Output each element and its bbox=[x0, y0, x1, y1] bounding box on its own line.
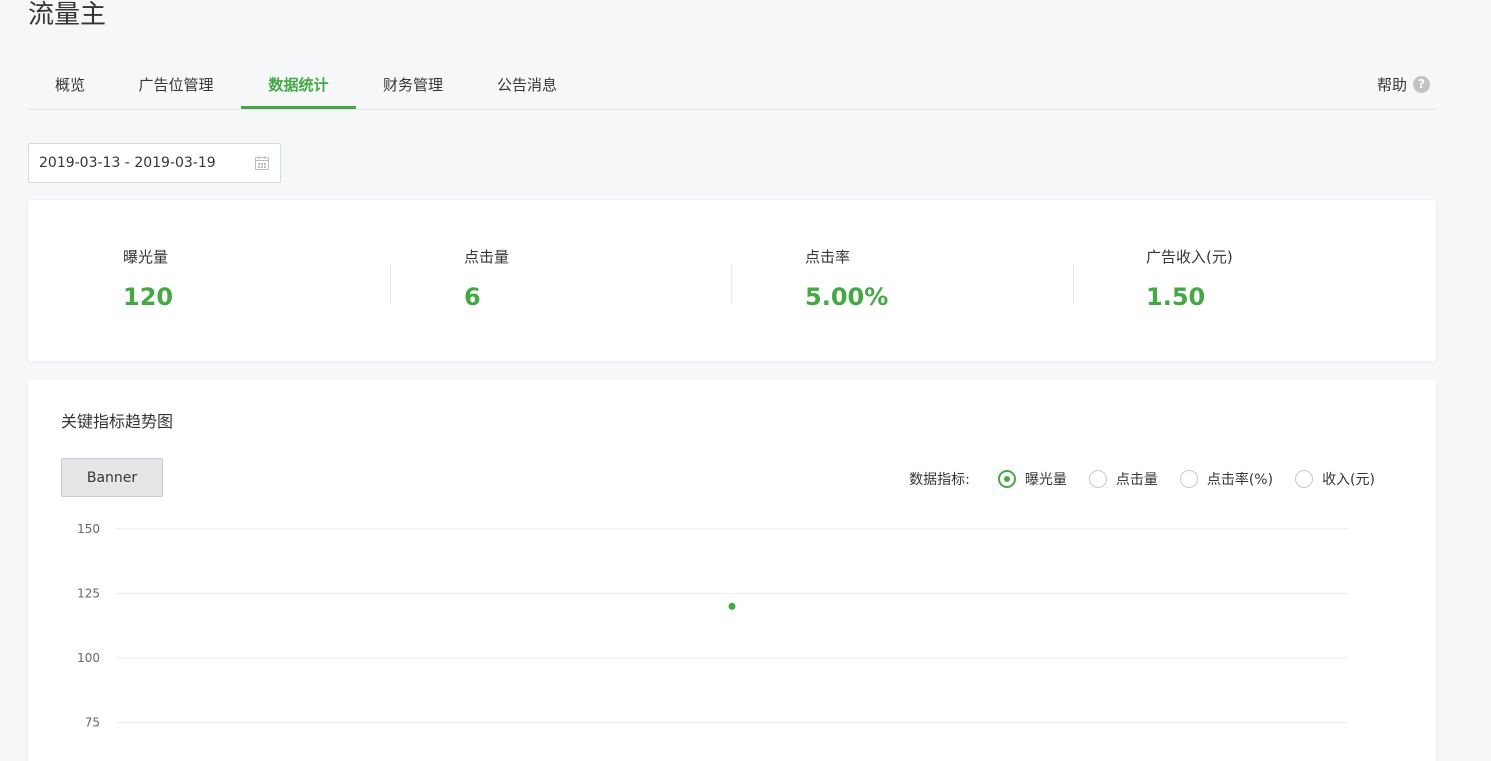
y-tick-label: 150 bbox=[77, 522, 100, 536]
tab-announcements[interactable]: 公告消息 bbox=[483, 66, 571, 109]
stat-divider bbox=[390, 264, 391, 304]
radio-icon[interactable] bbox=[1295, 470, 1314, 488]
y-tick-label: 125 bbox=[77, 587, 100, 601]
metric-option-label: 点击量 bbox=[1115, 472, 1158, 488]
date-range-picker[interactable]: 2019-03-13 - 2019-03-19 bbox=[28, 143, 281, 183]
stat-value: 6 bbox=[464, 283, 481, 311]
stat-divider bbox=[1073, 264, 1074, 304]
metric-option-revenue[interactable]: 收入(元) bbox=[1295, 469, 1375, 489]
metric-option-label: 收入(元) bbox=[1322, 472, 1375, 488]
metric-option-click-rate[interactable]: 点击率(%) bbox=[1179, 469, 1274, 489]
calendar-icon bbox=[255, 156, 269, 170]
stat-clicks: 点击量 6 bbox=[464, 247, 509, 309]
y-tick-label: 100 bbox=[77, 651, 100, 665]
metrics-label: 数据指标: bbox=[909, 472, 970, 488]
stat-label: 曝光量 bbox=[123, 248, 169, 266]
data-point[interactable] bbox=[728, 602, 736, 610]
stat-value: 5.00% bbox=[805, 283, 889, 311]
metric-option-clicks[interactable]: 点击量 bbox=[1088, 469, 1158, 489]
tab-ad-slot-management[interactable]: 广告位管理 bbox=[124, 66, 228, 109]
stat-click-rate: 点击率 5.00% bbox=[805, 247, 888, 309]
tab-finance-management[interactable]: 财务管理 bbox=[369, 66, 457, 109]
trend-title: 关键指标趋势图 bbox=[61, 412, 174, 431]
banner-button[interactable]: Banner bbox=[61, 458, 163, 497]
metric-selector: 数据指标: 曝光量 点击量 点击率(%) 收入(元) bbox=[909, 469, 1375, 489]
radio-icon[interactable] bbox=[1088, 470, 1107, 488]
stat-label: 点击量 bbox=[464, 248, 510, 266]
stat-label: 点击率 bbox=[805, 248, 851, 266]
trend-card: 关键指标趋势图 Banner 数据指标: 曝光量 点击量 点击率(%) 收入(元… bbox=[28, 380, 1436, 761]
metric-option-label: 曝光量 bbox=[1024, 472, 1067, 488]
date-range-value: 2019-03-13 - 2019-03-19 bbox=[39, 155, 216, 171]
metric-option-impressions[interactable]: 曝光量 bbox=[997, 469, 1067, 489]
tab-data-statistics[interactable]: 数据统计 bbox=[241, 66, 356, 109]
main-tabs: 概览 广告位管理 数据统计 财务管理 公告消息 帮助 ? bbox=[28, 66, 1436, 110]
stat-value: 120 bbox=[123, 283, 174, 311]
stat-label: 广告收入(元) bbox=[1146, 248, 1233, 266]
stats-card: 曝光量 120 点击量 6 点击率 5.00% 广告收入(元) 1.50 bbox=[28, 200, 1436, 361]
help-label: 帮助 bbox=[1376, 76, 1407, 94]
y-tick-label: 75 bbox=[85, 716, 100, 730]
page-title: 流量主 bbox=[28, 0, 107, 30]
trend-chart: 150 125 100 75 bbox=[77, 522, 1348, 730]
radio-icon[interactable] bbox=[1179, 470, 1198, 488]
tab-overview[interactable]: 概览 bbox=[42, 66, 98, 109]
metric-option-label: 点击率(%) bbox=[1206, 472, 1274, 488]
help-circle-icon: ? bbox=[1413, 76, 1430, 93]
stat-impressions: 曝光量 120 bbox=[123, 247, 173, 309]
stat-divider bbox=[731, 264, 732, 304]
radio-checked-icon[interactable] bbox=[997, 470, 1016, 488]
help-link[interactable]: 帮助 ? bbox=[1377, 74, 1430, 95]
stat-ad-revenue: 广告收入(元) 1.50 bbox=[1146, 247, 1233, 309]
stat-value: 1.50 bbox=[1146, 283, 1206, 311]
